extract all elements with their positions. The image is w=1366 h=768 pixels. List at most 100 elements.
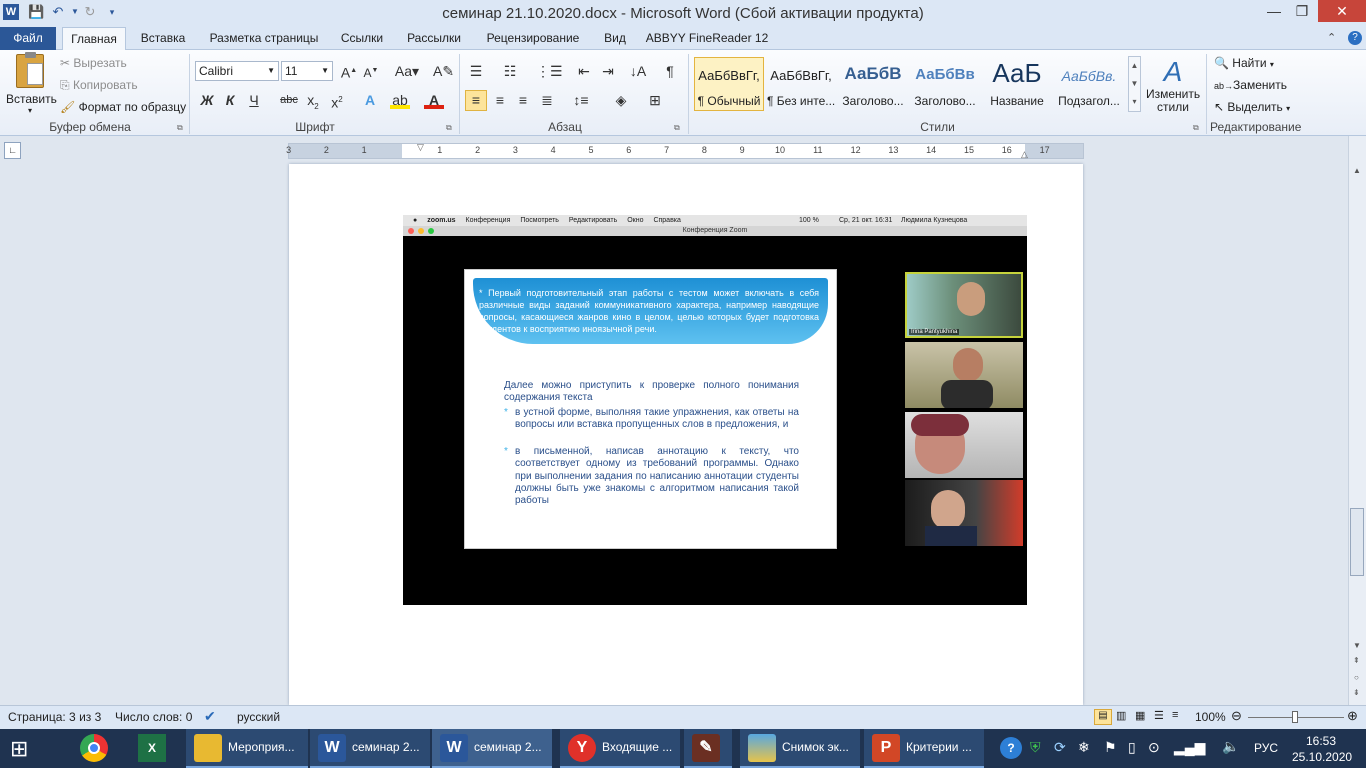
- line-spacing-icon[interactable]: ↕≡: [571, 91, 591, 109]
- justify-icon[interactable]: ≣: [537, 91, 557, 109]
- change-case-icon[interactable]: Aa▾: [394, 62, 420, 80]
- replace-button[interactable]: ab→Заменить: [1214, 78, 1287, 92]
- zoom-level[interactable]: 100%: [1195, 710, 1226, 724]
- align-right-icon[interactable]: ≡: [513, 91, 533, 109]
- change-styles-button[interactable]: A Изменить стили: [1146, 56, 1200, 114]
- tab-file[interactable]: Файл: [0, 27, 56, 50]
- horizontal-ruler[interactable]: 3 2 1 1 2 3 4 5 6 7 8 9 10 11 12 13 14 15 16 17 ▽ △: [286, 142, 1084, 160]
- increase-indent-icon[interactable]: ⇥: [598, 62, 618, 80]
- word-app-icon[interactable]: W: [3, 4, 19, 20]
- collapse-ribbon-icon[interactable]: ⌃: [1327, 31, 1336, 44]
- flag-icon[interactable]: ⚑: [1104, 739, 1117, 756]
- font-color-icon[interactable]: A: [424, 91, 444, 109]
- tab-mailings[interactable]: Рассылки: [398, 27, 470, 50]
- taskbar-item-mail[interactable]: Y Входящие ...: [560, 729, 680, 768]
- zoom-screenshot[interactable]: ● zoom.us Конференция Посмотреть Редакти…: [403, 215, 1027, 605]
- bold-button[interactable]: Ж: [197, 91, 217, 109]
- style-subtitle[interactable]: АаБбВв. Подзагол...: [1054, 57, 1124, 111]
- scroll-up-icon[interactable]: ▲: [1353, 166, 1361, 175]
- network-tray-icon[interactable]: ❄: [1078, 739, 1090, 756]
- scroll-thumb[interactable]: [1350, 508, 1364, 576]
- dialog-launcher-icon[interactable]: ⧉: [674, 123, 680, 133]
- styles-scroll[interactable]: ▲ ▼ ▾: [1128, 56, 1141, 112]
- grow-font-icon[interactable]: A▲: [339, 62, 359, 81]
- right-indent-marker[interactable]: △: [1021, 149, 1028, 160]
- zoom-out-icon[interactable]: ⊖: [1231, 708, 1242, 724]
- shield-icon[interactable]: ⛨: [1030, 739, 1041, 756]
- paste-button[interactable]: Вставить ▾: [6, 52, 57, 118]
- tab-selector[interactable]: ∟: [4, 142, 21, 159]
- next-page-icon[interactable]: ⇟: [1353, 688, 1360, 697]
- cut-button[interactable]: ✂ Вырезать: [60, 56, 127, 70]
- tab-home[interactable]: Главная: [62, 27, 126, 50]
- tab-view[interactable]: Вид: [598, 27, 632, 50]
- zoom-slider-thumb[interactable]: [1292, 711, 1298, 723]
- excel-icon[interactable]: X: [138, 734, 166, 762]
- sync-icon[interactable]: ⟳: [1054, 739, 1066, 756]
- text-effects-icon[interactable]: A: [360, 91, 380, 109]
- wifi-icon[interactable]: ▂▄▆: [1174, 739, 1205, 756]
- word-count[interactable]: Число слов: 0: [115, 710, 192, 724]
- clock-time[interactable]: 16:53: [1306, 734, 1336, 748]
- subscript-icon[interactable]: x2: [303, 91, 323, 111]
- full-screen-icon[interactable]: ▥: [1116, 709, 1126, 722]
- align-left-button[interactable]: ≡: [465, 90, 487, 111]
- style-normal[interactable]: АаБбВвГг, ¶ Обычный: [694, 57, 764, 111]
- start-button[interactable]: ⊞: [10, 737, 36, 761]
- highlight-icon[interactable]: ab: [390, 91, 410, 109]
- clear-formatting-icon[interactable]: A✎: [433, 62, 454, 80]
- decrease-indent-icon[interactable]: ⇤: [574, 62, 594, 80]
- input-language[interactable]: РУС: [1254, 741, 1278, 755]
- find-button[interactable]: 🔍 Найти ▾: [1214, 56, 1274, 70]
- shading-icon[interactable]: ◈: [611, 91, 631, 109]
- volume-icon[interactable]: 🔈: [1222, 738, 1239, 755]
- scroll-down-icon[interactable]: ▼: [1353, 641, 1361, 650]
- multilevel-list-icon[interactable]: ⋮☰: [536, 62, 563, 80]
- style-title[interactable]: АаБ Название: [982, 57, 1052, 111]
- proofing-icon[interactable]: ✔: [204, 708, 216, 725]
- taskbar-item-word2[interactable]: Wсеминар 2...: [432, 729, 552, 768]
- close-button[interactable]: ✕: [1318, 0, 1366, 22]
- vertical-scrollbar[interactable]: ▲ ▼ ⇞ ○ ⇟: [1348, 136, 1366, 705]
- shrink-font-icon[interactable]: A▼: [361, 62, 381, 80]
- tab-references[interactable]: Ссылки: [336, 27, 388, 50]
- clock-date[interactable]: 25.10.2020: [1292, 750, 1352, 764]
- tab-abbyy[interactable]: ABBYY FineReader 12: [644, 27, 770, 50]
- sort-icon[interactable]: ↓A: [628, 62, 648, 80]
- copy-button[interactable]: ⎘ Копировать: [60, 78, 138, 93]
- font-name-combo[interactable]: Calibri ▼: [195, 61, 279, 81]
- undo-icon[interactable]: ↶: [50, 4, 66, 20]
- dialog-launcher-icon[interactable]: ⧉: [446, 123, 452, 133]
- dialog-launcher-icon[interactable]: ⧉: [1193, 123, 1199, 133]
- bullets-icon[interactable]: ☰: [466, 62, 486, 80]
- redo-icon[interactable]: ↻: [82, 4, 98, 20]
- show-formatting-icon[interactable]: ¶: [660, 62, 680, 80]
- customize-qa-icon[interactable]: ▾: [104, 4, 120, 20]
- page-count[interactable]: Страница: 3 из 3: [8, 710, 101, 724]
- underline-button[interactable]: Ч: [244, 91, 264, 109]
- align-center-icon[interactable]: ≡: [490, 91, 510, 109]
- usb-icon[interactable]: ⊙: [1148, 739, 1160, 756]
- italic-button[interactable]: К: [220, 91, 240, 109]
- borders-icon[interactable]: ⊞: [645, 91, 665, 109]
- dialog-launcher-icon[interactable]: ⧉: [177, 123, 183, 133]
- prev-page-icon[interactable]: ⇞: [1353, 656, 1360, 665]
- style-heading1[interactable]: АаБбВ Заголово...: [838, 57, 908, 111]
- maximize-button[interactable]: ❐: [1282, 0, 1322, 22]
- tab-insert[interactable]: Вставка: [134, 27, 192, 50]
- style-heading2[interactable]: АаБбВв Заголово...: [910, 57, 980, 111]
- dropdown-arrow-icon[interactable]: ▼: [67, 4, 83, 20]
- taskbar-item-word1[interactable]: Wсеминар 2...: [310, 729, 430, 768]
- taskbar-item-folder[interactable]: Мероприя...: [186, 729, 308, 768]
- chrome-icon[interactable]: [80, 734, 108, 762]
- save-icon[interactable]: 💾: [28, 4, 44, 20]
- style-no-spacing[interactable]: АаБбВвГг, ¶ Без инте...: [766, 57, 836, 111]
- draft-icon[interactable]: ≡: [1172, 709, 1178, 721]
- print-layout-icon[interactable]: ▤: [1094, 709, 1112, 725]
- superscript-icon[interactable]: x2: [327, 91, 347, 111]
- help-tray-icon[interactable]: ?: [1000, 737, 1022, 759]
- taskbar-item-snapshot[interactable]: Снимок эк...: [740, 729, 860, 768]
- format-painter-button[interactable]: 🖌 Формат по образцу: [60, 100, 186, 114]
- help-icon[interactable]: ?: [1348, 31, 1362, 45]
- zoom-in-icon[interactable]: ⊕: [1347, 708, 1358, 724]
